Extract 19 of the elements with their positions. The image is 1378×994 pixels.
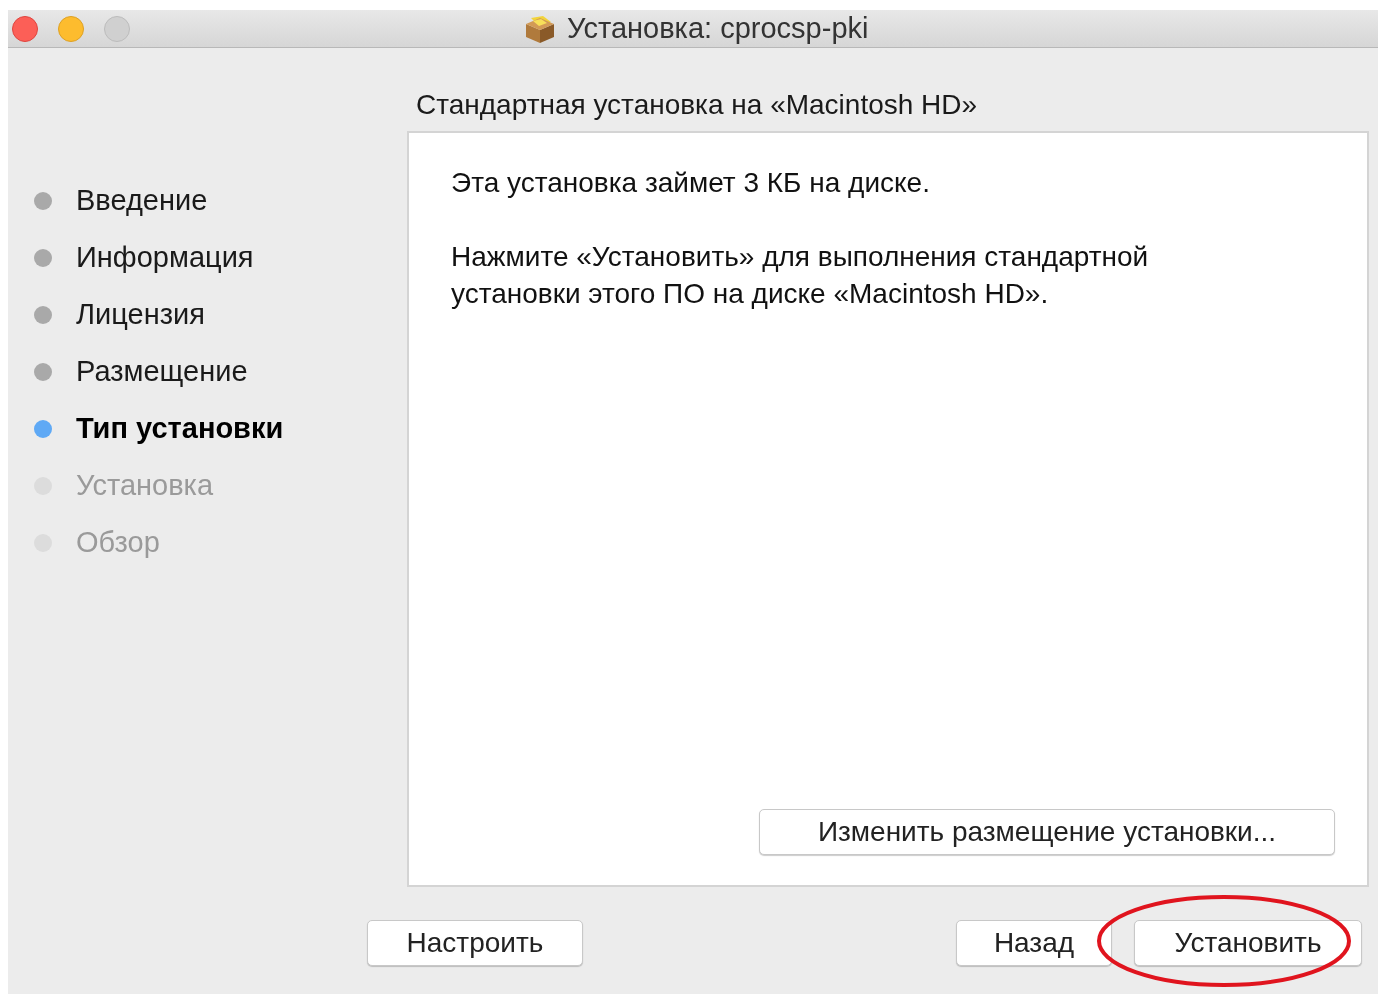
window-title: Установка: cprocsp-pki (567, 10, 869, 46)
step-label: Введение (76, 183, 208, 219)
step-label: Установка (76, 468, 214, 504)
minimize-button[interactable] (58, 15, 84, 42)
size-text: Эта установка займет 3 КБ на диске. (451, 166, 931, 200)
package-icon (523, 13, 557, 44)
customize-button[interactable]: Настроить (367, 920, 583, 966)
change-location-button[interactable]: Изменить размещение установки... (759, 809, 1335, 855)
install-button[interactable]: Установить (1134, 920, 1362, 966)
zoom-button[interactable] (104, 15, 130, 42)
section-heading: Стандартная установка на «Macintosh HD» (416, 88, 979, 122)
close-button[interactable] (12, 15, 38, 42)
step-label: Обзор (76, 525, 160, 561)
step-label: Размещение (76, 354, 248, 390)
step-label: Информация (76, 240, 254, 276)
instruction-text: Нажмите «Установить» для выполнения стандартной установки этого ПО на диске «Macintosh HD». (451, 240, 1150, 311)
back-button[interactable]: Назад (956, 920, 1112, 966)
step-label: Тип установки (76, 411, 284, 447)
step-label: Лицензия (76, 297, 205, 333)
